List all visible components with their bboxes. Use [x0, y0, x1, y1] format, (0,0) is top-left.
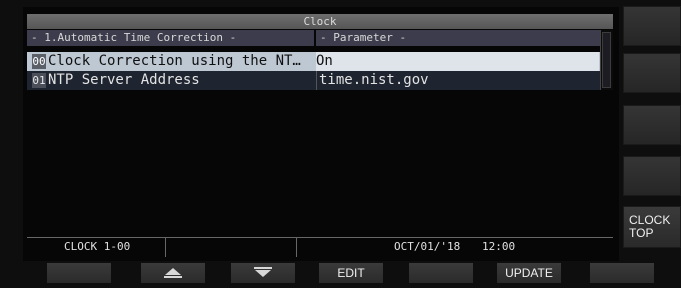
side-key-3[interactable] — [623, 105, 681, 145]
triangle-up-icon-bar — [164, 276, 182, 278]
row-label: Clock Correction using the NT… — [48, 53, 301, 69]
status-blank-cell — [166, 237, 297, 257]
update-button[interactable]: UPDATE — [497, 263, 561, 283]
row-value[interactable]: On — [316, 52, 599, 71]
clock-top-button[interactable]: CLOCK TOP — [623, 206, 681, 248]
item-column-header: - 1.Automatic Time Correction - — [27, 30, 314, 46]
scroll-down-button[interactable] — [231, 263, 295, 283]
scrollbar-thumb[interactable] — [602, 32, 611, 88]
row-value[interactable]: time.nist.gov — [316, 71, 599, 90]
bottom-key-7[interactable] — [590, 263, 654, 283]
row-index: 00 — [32, 54, 46, 69]
menu-id-label: CLOCK 1-00 — [27, 237, 166, 257]
side-key-2[interactable] — [623, 53, 681, 93]
menu-row-clock-correction[interactable]: 00 Clock Correction using the NT… On — [27, 52, 600, 71]
triangle-up-icon — [165, 268, 181, 275]
row-label: NTP Server Address — [48, 72, 200, 88]
menu-row-ntp-server[interactable]: 01 NTP Server Address time.nist.gov — [27, 71, 600, 90]
date-display: OCT/01/'18 — [394, 240, 461, 253]
time-display: 12:00 — [482, 240, 516, 253]
edit-button[interactable]: EDIT — [319, 263, 383, 283]
triangle-down-icon-bar — [254, 267, 272, 269]
window-title: Clock — [27, 14, 613, 29]
side-key-1[interactable] — [623, 6, 681, 46]
side-key-4[interactable] — [623, 156, 681, 196]
triangle-down-icon — [255, 270, 271, 277]
bottom-key-1[interactable] — [47, 263, 111, 283]
parameter-column-header: - Parameter - — [316, 30, 600, 46]
row-index: 01 — [32, 73, 46, 88]
bottom-key-5[interactable] — [409, 263, 473, 283]
scroll-up-button[interactable] — [141, 263, 205, 283]
